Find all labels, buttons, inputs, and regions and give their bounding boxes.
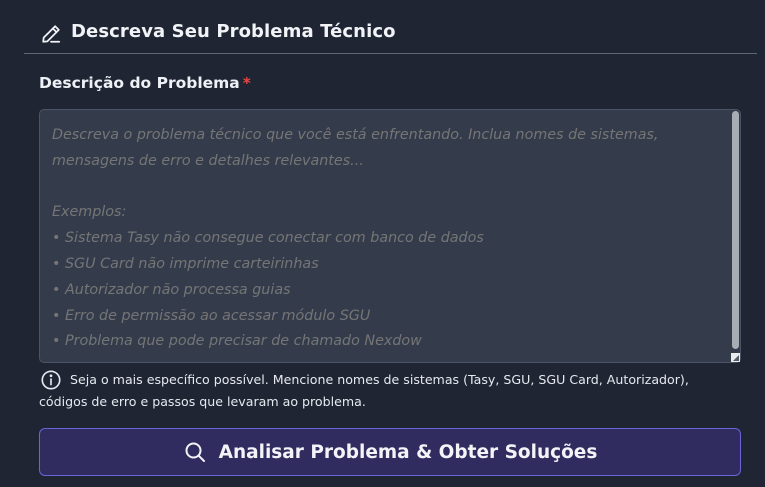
section-title: Descreva Seu Problema Técnico (71, 21, 396, 42)
helper-text: Seja o mais específico possível. Mencion… (39, 372, 689, 409)
problem-description-textarea[interactable] (39, 109, 741, 363)
pencil-icon (42, 25, 61, 43)
required-marker: * (242, 74, 251, 92)
problem-form-panel: Descreva Seu Problema Técnico Descrição … (0, 0, 765, 487)
section-header: Descreva Seu Problema Técnico (24, 10, 757, 54)
search-icon (185, 442, 205, 462)
field-label: Descrição do Problema * (39, 74, 251, 92)
analyze-button-label: Analisar Problema & Obter Soluções (218, 441, 598, 463)
resize-handle[interactable] (731, 353, 740, 362)
textarea-scrollbar[interactable] (732, 111, 739, 349)
field-label-text: Descrição do Problema (39, 74, 240, 92)
analyze-problem-button[interactable]: Analisar Problema & Obter Soluções (39, 428, 741, 476)
